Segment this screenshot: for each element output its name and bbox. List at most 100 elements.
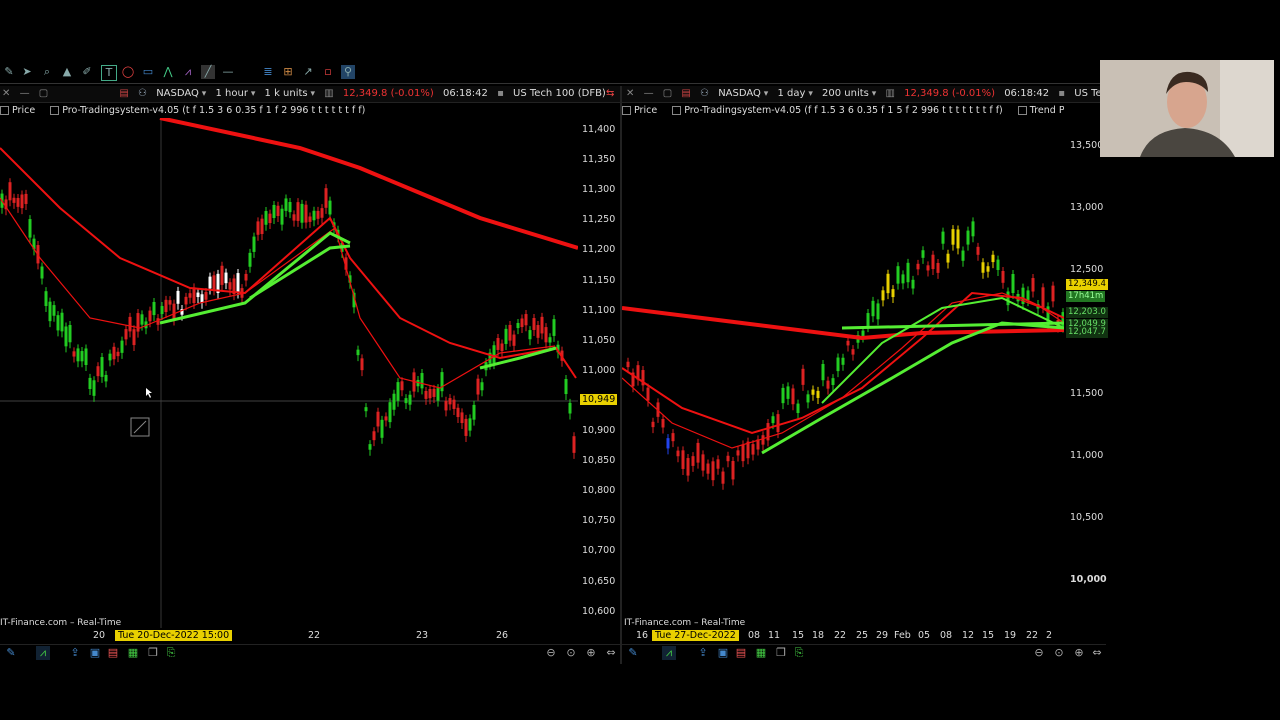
units-select[interactable]: 1 k units: [265, 86, 316, 102]
template-icon[interactable]: ▦: [126, 646, 140, 660]
fib-fan-icon[interactable]: ⊞: [281, 65, 295, 79]
draw-icon[interactable]: ✎: [626, 646, 640, 660]
candle-body: [946, 253, 950, 263]
share-icon[interactable]: ⇪: [696, 646, 710, 660]
candle-body: [132, 329, 136, 346]
info-icon: ▪: [497, 88, 504, 99]
arrow-tool-icon[interactable]: ↗: [301, 65, 315, 79]
stats-icon[interactable]: ▥: [324, 86, 333, 102]
zoom-in-icon[interactable]: ⊕: [1072, 646, 1086, 660]
timeframe-select[interactable]: 1 hour: [216, 86, 256, 102]
cursor-icon[interactable]: ➤: [20, 65, 34, 79]
info-icon: ▪: [1058, 88, 1066, 99]
export-icon[interactable]: ⎘: [164, 646, 178, 660]
candle-body: [896, 266, 900, 284]
units-select[interactable]: 200 units: [822, 86, 876, 102]
scroll-icon[interactable]: ⇔: [1090, 646, 1104, 660]
zoom-out-icon[interactable]: ⊖: [544, 646, 558, 660]
window-icon[interactable]: ❐: [146, 646, 160, 660]
left-time-axis[interactable]: Tue 20-Dec-2022 15:00 20 22 23 26: [0, 630, 578, 643]
link-icon[interactable]: ⚇: [700, 86, 709, 102]
stats-icon[interactable]: ▥: [885, 86, 894, 102]
chart-type-icon[interactable]: ⩘: [36, 646, 50, 660]
candle-body: [304, 204, 308, 223]
candle-body: [360, 358, 364, 371]
zoom-icon[interactable]: ⌕: [40, 65, 54, 79]
indicator-label[interactable]: Price: [634, 103, 657, 118]
candle-body: [472, 404, 476, 420]
zigzag-tool-icon[interactable]: ⋀: [161, 65, 175, 79]
maximize-icon[interactable]: ▢: [663, 86, 672, 102]
candle-body: [160, 306, 164, 315]
candle-body: [568, 402, 572, 414]
timeframe-select[interactable]: 1 day: [778, 86, 813, 102]
refresh-icon[interactable]: ⇆: [606, 86, 614, 102]
draw-icon[interactable]: ✎: [4, 646, 18, 660]
window-icon[interactable]: ❐: [774, 646, 788, 660]
chart-type-icon[interactable]: ⩘: [662, 646, 676, 660]
left-price-axis[interactable]: 11,400 11,350 11,300 11,250 11,200 11,150 11,1…: [578, 118, 620, 628]
left-price-chart[interactable]: [0, 118, 578, 628]
link-icon[interactable]: ⚇: [138, 86, 147, 102]
fibonacci-tool-icon[interactable]: ≣: [261, 65, 275, 79]
candle-body: [906, 262, 910, 283]
delete-drawing-icon[interactable]: ▫: [321, 65, 335, 79]
scroll-icon[interactable]: ⇔: [604, 646, 618, 660]
candle-body: [552, 319, 556, 336]
indicator-label[interactable]: Price: [12, 103, 35, 118]
line-tool-icon[interactable]: ╱: [201, 65, 215, 79]
brush-icon[interactable]: ✐: [80, 65, 94, 79]
zoom-in-icon[interactable]: ⊕: [584, 646, 598, 660]
indicator-icon[interactable]: ▤: [106, 646, 120, 660]
zoom-reset-icon[interactable]: ⊙: [1052, 646, 1066, 660]
candle-body: [164, 299, 168, 313]
save-icon[interactable]: ▣: [716, 646, 730, 660]
ellipse-tool-icon[interactable]: ◯: [121, 65, 135, 79]
maximize-icon[interactable]: ▢: [39, 86, 48, 102]
layout-icon[interactable]: ▤: [119, 86, 128, 102]
indicator-label[interactable]: Pro-Tradingsystem-v4.05 (t f 1.5 3 6 0.3…: [62, 103, 365, 118]
save-icon[interactable]: ▣: [88, 646, 102, 660]
candle-body: [112, 346, 116, 360]
text-tool-icon[interactable]: T: [101, 65, 117, 81]
export-icon[interactable]: ⎘: [792, 646, 806, 660]
pencil-icon[interactable]: ✎: [2, 65, 16, 79]
candle-body: [428, 388, 432, 399]
pattern-tool-icon[interactable]: ⩘: [181, 65, 195, 79]
exchange-select[interactable]: NASDAQ: [156, 86, 206, 102]
date-tick: 15: [982, 630, 995, 641]
magnet-icon[interactable]: ⚲: [341, 65, 355, 79]
exchange-select[interactable]: NASDAQ: [718, 86, 768, 102]
price-tick: 11,050: [582, 334, 616, 346]
candle-body: [328, 200, 332, 215]
indicator-icon[interactable]: ▤: [734, 646, 748, 660]
candle-body: [761, 435, 765, 445]
alert-bell-icon[interactable]: ▲: [60, 65, 74, 79]
minimize-icon[interactable]: —: [644, 86, 654, 102]
indicator-label[interactable]: Pro-Tradingsystem-v4.05 (f f 1.5 3 6 0.3…: [684, 103, 1003, 118]
close-icon[interactable]: ✕: [626, 86, 634, 102]
candle-body: [626, 361, 630, 368]
close-icon[interactable]: ✕: [2, 86, 10, 102]
layout-icon[interactable]: ▤: [681, 86, 690, 102]
candle-body: [316, 210, 320, 219]
candle-body: [1041, 287, 1045, 308]
candle-body: [716, 459, 720, 469]
zoom-out-icon[interactable]: ⊖: [1032, 646, 1046, 660]
candle-body: [806, 394, 810, 403]
right-price-chart[interactable]: [622, 118, 1064, 628]
template-icon[interactable]: ▦: [754, 646, 768, 660]
share-icon[interactable]: ⇪: [68, 646, 82, 660]
candle-body: [831, 378, 835, 385]
indicator-label[interactable]: Trend Predictor v1: [1030, 103, 1064, 118]
horizontal-line-icon[interactable]: —: [221, 65, 235, 79]
candle-body: [846, 340, 850, 346]
right-price-axis[interactable]: 13,50013,00012,50012,00011,50011,00010,5…: [1064, 118, 1108, 628]
pane-divider[interactable]: [620, 86, 622, 664]
zoom-reset-icon[interactable]: ⊙: [564, 646, 578, 660]
candle-body: [836, 357, 840, 372]
rectangle-tool-icon[interactable]: ▭: [141, 65, 155, 79]
minimize-icon[interactable]: —: [20, 86, 30, 102]
ma-mid: [0, 147, 577, 379]
right-time-axis[interactable]: Tue 27-Dec-2022 08 11 15 18 22 25 29 Feb 05 08 12 1…: [622, 630, 1064, 643]
